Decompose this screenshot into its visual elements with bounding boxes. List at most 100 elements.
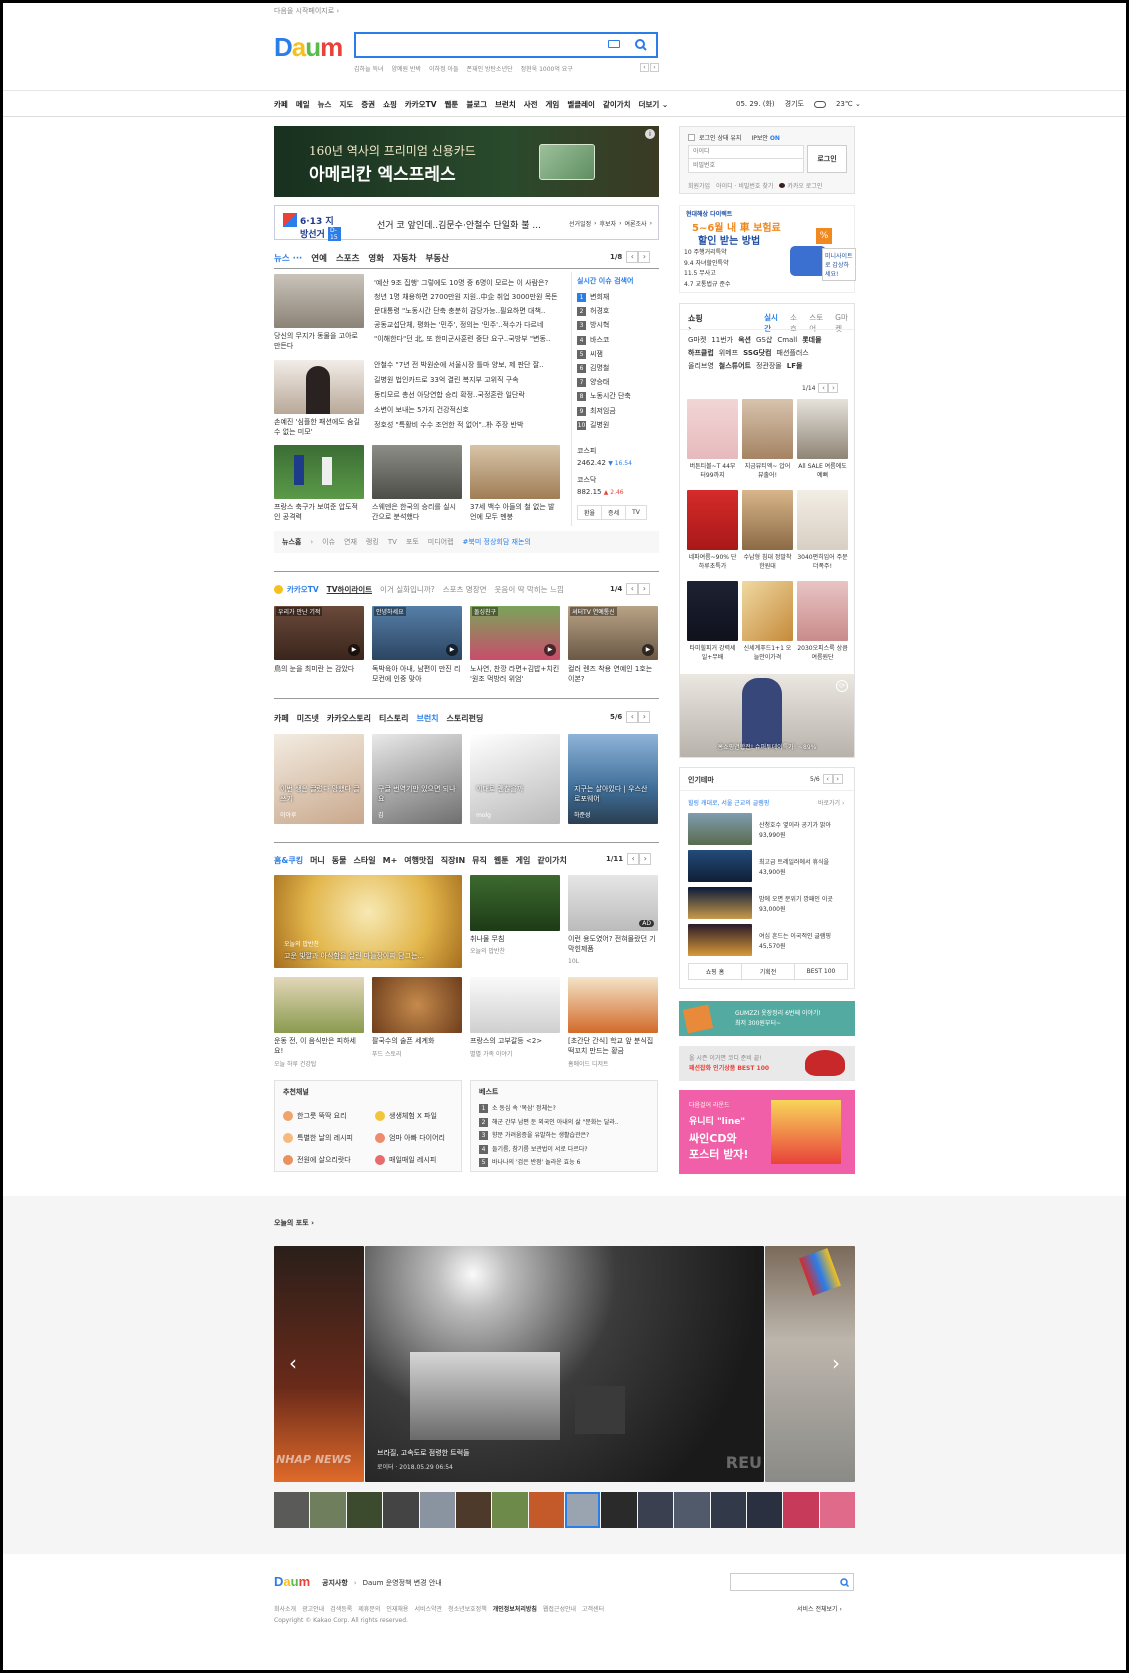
shop-link[interactable]: 위메프 [719,347,738,360]
home-tab[interactable]: 같이가치 [537,855,566,866]
nav-dictionary[interactable]: 사전 [524,99,538,110]
password-input[interactable] [688,159,804,173]
theme-more-link[interactable]: 바로가기 › [818,798,844,807]
footer-link[interactable]: 광고안내 [302,1604,324,1613]
start-page-link[interactable]: 다음을 시작페이지로 › [274,6,339,16]
tab-news[interactable]: 뉴스 ··· [274,252,302,264]
shopping-home-link[interactable]: 쇼핑 홈 [689,964,742,979]
best100-link[interactable]: BEST 100 [795,965,847,978]
home-prev-button[interactable]: ‹ [627,853,640,865]
homeshopping-banner[interactable]: 홈쇼핑연합전! 슈퍼투데이특가! ~89% ⟳ [680,674,854,757]
election-link[interactable]: 후보자 [600,219,617,228]
nav-shopping[interactable]: 쇼핑 [383,99,397,110]
realtime-item[interactable]: 7 양승태 [577,375,631,389]
nav-more[interactable]: 더보기 ⌄ [639,99,669,110]
home-tab[interactable]: 홈&쿠킹 [274,855,303,866]
theme-item[interactable]: 산청호수 옆이라 공기가 맑아 93,990원 [759,821,831,841]
shop-link[interactable]: Cmall [777,334,797,347]
shopping-next-button[interactable]: › [828,383,839,393]
news-photo-show[interactable] [470,445,560,499]
news-headline[interactable]: 청년 1명 채용하면 2700만원 지원..中企 취업 3000만원 목돈 [374,290,564,304]
trending-next-button[interactable]: › [650,63,659,72]
news-headline[interactable]: "이해한다"던 北, 또 한미군사훈련 중단 요구..국방부 "변동.. [374,332,564,346]
footer-logo[interactable]: Daum [274,1574,310,1589]
kakaotv-title[interactable]: 카카오TV [287,584,319,595]
realtime-item[interactable]: 2 허경호 [577,304,631,318]
tab-movie[interactable]: 영화 [368,252,384,264]
rec-channel[interactable]: 전원에 살으리랏다 [283,1149,353,1171]
filmstrip-thumb[interactable] [383,1492,419,1528]
photo-next-button[interactable]: › [827,1352,845,1376]
product-caption[interactable]: 버튼티볼~T 44부터99까지 [687,462,738,480]
rec-channel[interactable]: 생생체험 X 파일 [375,1105,445,1127]
kakaotv-video-3[interactable]: 돌싱친구 ▶ [470,606,560,660]
kakaotv-caption[interactable]: 독박육아 아내, 남편이 만진 리모컨에 인중 맞아 [372,664,462,684]
news-photo-caption[interactable]: 프랑스 축구가 보여준 압도적인 공격력 [274,502,364,522]
story-tab[interactable]: 스토리펀딩 [447,713,484,724]
product-caption[interactable]: 2030오피스룩 상큼여름원단 [797,644,848,662]
news-prev-button[interactable]: ‹ [626,251,639,263]
news-footer-link[interactable]: 포토 [406,537,419,547]
shop-link[interactable]: 롯데몰 [802,334,821,347]
story-card-1[interactable]: 이번 생은 글렀다 망했다 글쓰기 이아루 [274,734,364,824]
best-item[interactable]: 5 바나나의 '검은 반점' 놀라운 효능 6 [479,1156,651,1170]
news-photo-caption[interactable]: 37세 백수 아들의 철 없는 발언에 모두 멘붕 [470,502,560,522]
home-tab[interactable]: 게임 [516,855,531,866]
shopping-prev-button[interactable]: ‹ [818,383,829,393]
nav-game[interactable]: 게임 [546,99,560,110]
search-input[interactable] [362,34,602,56]
temperature-text[interactable]: 23℃ ⌄ [836,100,861,108]
home-item-caption[interactable]: 프랑스의 고부갈등 <2> [470,1036,560,1046]
tab-exchange[interactable]: 환율 [578,506,603,519]
home-item-source[interactable]: 별별 가족 이야기 [470,1049,512,1058]
election-headline[interactable]: 선거 코 앞인데..김문수·안철수 단일화 불 ... [377,218,541,231]
find-account-link[interactable]: 아이디 · 비밀번호 찾기 [716,181,773,190]
story-prev-button[interactable]: ‹ [626,711,639,723]
product-caption[interactable]: 수납형 침대 정말착한원대 [742,553,793,571]
kakaotv-tab[interactable]: 웃음이 딱 막히는 느낌 [495,584,564,595]
shop-link[interactable]: 올리브영 [688,360,714,373]
amex-ad-banner[interactable]: 160년 역사의 프리미엄 신용카드 아메리칸 엑스프레스 i [274,126,659,197]
tab-sports[interactable]: 스포츠 [336,252,359,264]
news-photo-caption[interactable]: 스웨덴은 한국의 승리를 실시간으로 분석했다 [372,502,462,522]
news-photo-sweden[interactable] [372,445,462,499]
story-tab[interactable]: 미즈넷 [297,713,319,724]
photo-prev-button[interactable]: ‹ [284,1352,302,1376]
news-headline[interactable]: 공동교섭단체, 평화는 '민주', 정의는 '민주'..적수가 다르네 [374,318,564,332]
news-thumb-caption[interactable]: 당신의 무지가 동물을 고아로 만든다 [274,331,364,351]
realtime-item[interactable]: 6 김명철 [577,361,631,375]
trending-item[interactable]: 양예원 반박 [392,64,422,73]
news-headline[interactable]: 안철수 "7년 전 박원순에 서울시장 틀마 양보, 제 판단 잘.. [374,358,564,373]
home-next-button[interactable]: › [639,853,652,865]
news-headline[interactable]: 동티모르 총선 아당연합 승리 확정..국정혼란 일단락 [374,388,564,403]
nav-blog[interactable]: 블로그 [466,99,487,110]
home-item-image[interactable]: AD [568,875,658,931]
theme-item-image[interactable] [688,924,752,956]
trending-item[interactable]: 김하늘 득녀 [354,64,384,73]
product-caption[interactable]: 3040편히입어 주문더폭주! [797,553,848,571]
nav-together[interactable]: 같이가치 [603,99,631,110]
login-button[interactable]: 로그인 [807,145,847,173]
keep-login-checkbox[interactable] [688,134,695,141]
news-headline[interactable]: 정호성 "특활비 수수 조언한 적 없어"..朴 주장 반박 [374,418,564,433]
shop-link[interactable]: GS샵 [756,334,772,347]
play-icon[interactable]: ▶ [642,644,654,656]
home-item-source[interactable]: 오늘 하루 건강탑 [274,1059,316,1068]
product-caption[interactable]: 지금뷰티엑~ 압어뷰출어! [742,462,793,480]
shop-link[interactable]: 하프클럽 [688,347,714,360]
theme-item[interactable]: 최고급 트레일러에서 휴식을 43,900원 [759,858,829,878]
nav-mail[interactable]: 메일 [296,99,310,110]
theme-item-image[interactable] [688,887,752,919]
product-image[interactable] [797,399,848,459]
notice-link[interactable]: Daum 운영정책 변경 안내 [363,1578,442,1588]
news-home-link[interactable]: 뉴스홈 [282,537,301,547]
tab-realestate[interactable]: 부동산 [426,252,449,264]
news-footer-link[interactable]: 연재 [344,537,357,547]
story-tab-brunch[interactable]: 브런치 [416,713,438,724]
news-headline[interactable]: '예산 9조 집행' 그렇에도 10명 중 6명이 모르는 이 사람은? [374,276,564,290]
home-item-image[interactable] [274,977,364,1033]
trending-item[interactable]: 이하정 아들 [429,64,459,73]
kakaotv-caption[interactable]: 노사연, 찬깡 라면+김밥+치킨 '원조 먹방러 위엄' [470,664,560,684]
product-caption[interactable]: 네파여름~90% 단하루초특가 [687,553,738,571]
ip-secure-toggle[interactable]: IP보안 ON [751,133,779,142]
